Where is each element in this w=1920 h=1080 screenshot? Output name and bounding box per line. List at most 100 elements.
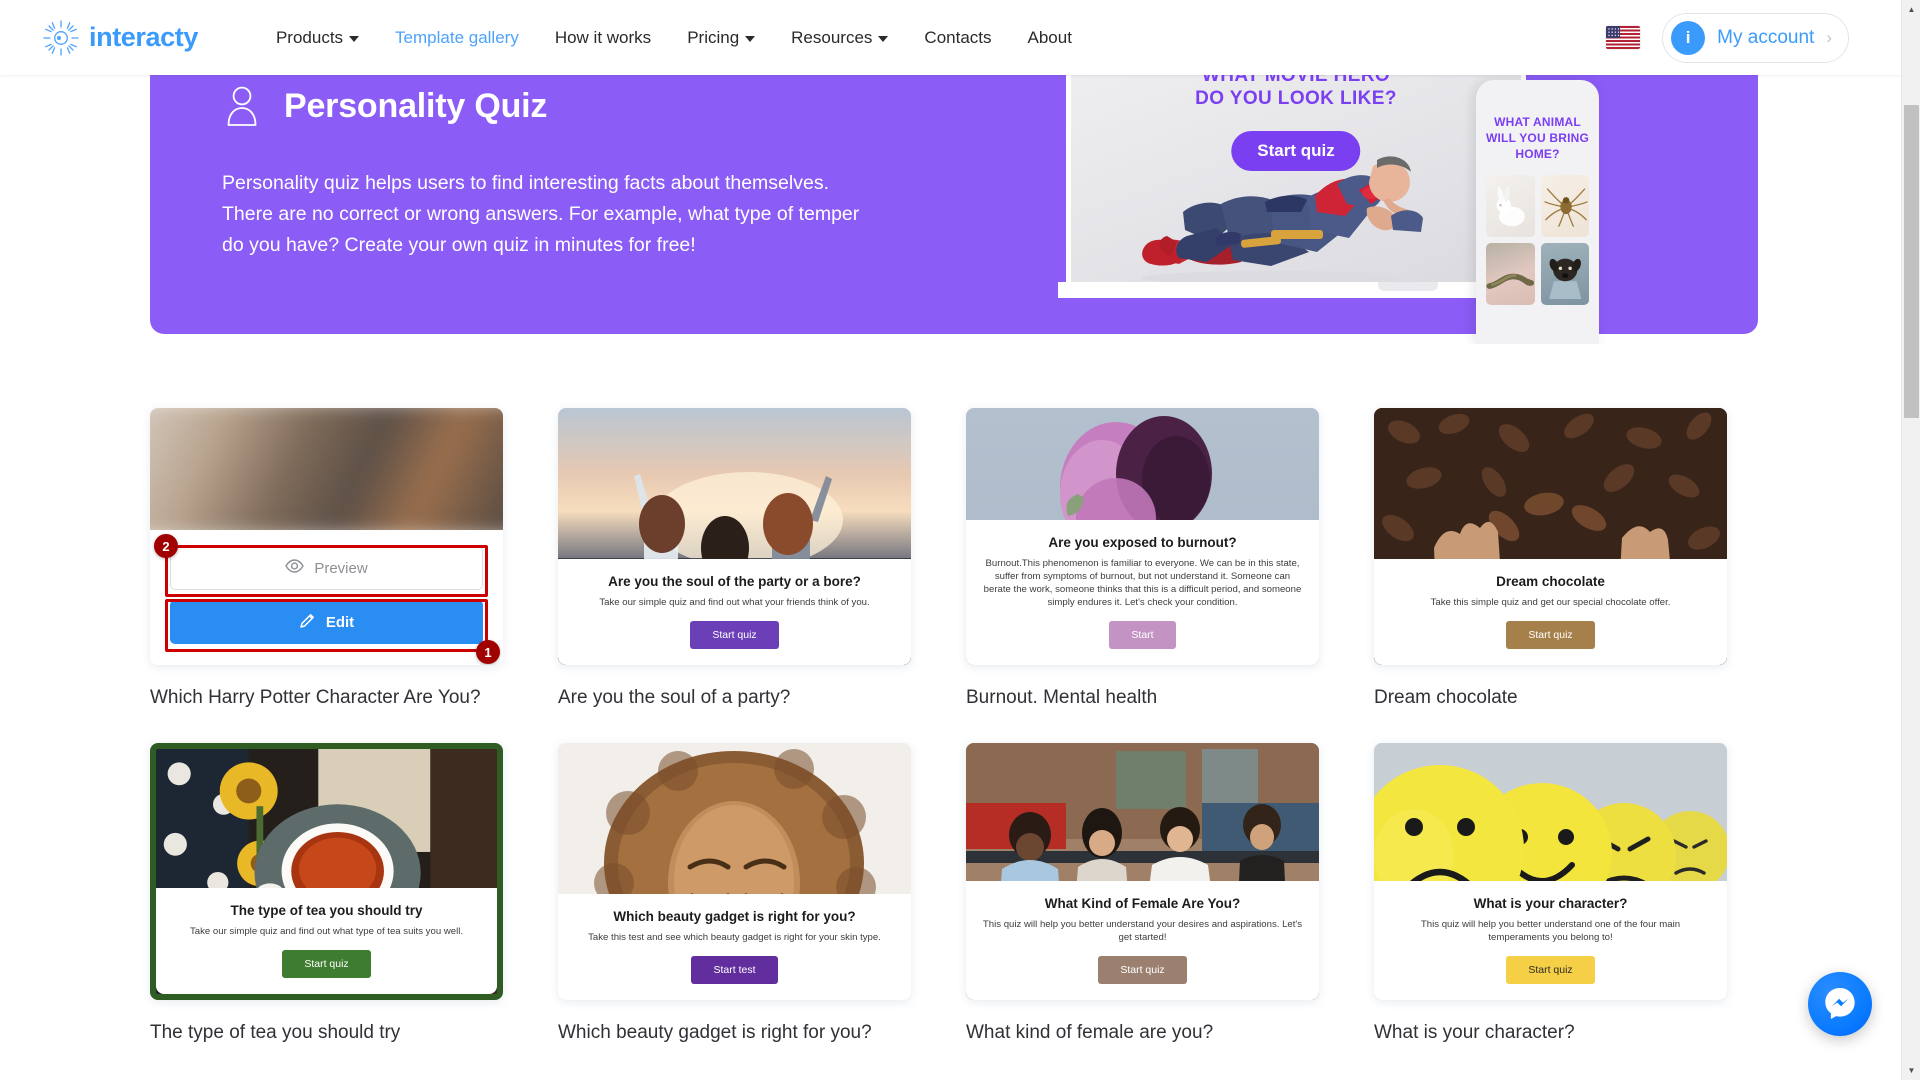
chevron-down-icon (745, 35, 756, 42)
scrollbar-thumb[interactable] (1904, 105, 1919, 418)
annotation-badge-1: 1 (476, 640, 500, 664)
spider-photo[interactable] (1540, 175, 1589, 237)
card-thumbnail[interactable]: What Kind of Female Are You? This quiz w… (966, 743, 1319, 1000)
scroll-up-arrow[interactable]: ▲ (1902, 0, 1920, 19)
header-right: i My account › (1606, 12, 1849, 63)
preview-button[interactable]: Preview (170, 546, 483, 590)
card-title: What kind of female are you? (966, 1022, 1214, 1043)
overlay-description: Take this simple quiz and get our specia… (1430, 597, 1671, 608)
overlay-description: Take this test and see which beauty gadg… (588, 932, 881, 943)
card-thumbnail[interactable]: Preview Edit 2 1 (150, 408, 503, 665)
nav-item-template-gallery[interactable]: Template gallery (395, 28, 519, 48)
nav-item-pricing[interactable]: Pricing (687, 27, 756, 48)
card-title: Which beauty gadget is right for you? (558, 1022, 872, 1043)
card-overlay: Are you exposed to burnout? Burnout.This… (966, 520, 1319, 665)
personality-quiz-banner: Personality Quiz Personality quiz helps … (150, 54, 1758, 344)
template-card[interactable]: Are you the soul of the party or a bore?… (558, 408, 911, 709)
banner-text-block: Personality Quiz Personality quiz helps … (150, 62, 1130, 261)
card-overlay: What Kind of Female Are You? This quiz w… (966, 881, 1319, 1000)
card-title: The type of tea you should try (150, 1022, 401, 1043)
overlay-heading: What is your character? (1473, 896, 1628, 911)
my-account-button[interactable]: i My account › (1662, 12, 1849, 63)
overlay-start-button[interactable]: Start quiz (282, 950, 371, 978)
template-card[interactable]: What Kind of Female Are You? This quiz w… (966, 743, 1319, 1044)
overlay-description: Take our simple quiz and find out what y… (599, 597, 870, 608)
messenger-icon (1822, 984, 1858, 1025)
eye-icon (285, 559, 305, 577)
template-card[interactable]: The type of tea you should try Take our … (150, 743, 503, 1044)
card-thumbnail[interactable]: Dream chocolate Take this simple quiz an… (1374, 408, 1727, 665)
nav-label: Template gallery (395, 27, 519, 47)
laptop-notch (1378, 282, 1438, 291)
overlay-heading: Are you exposed to burnout? (1048, 535, 1237, 550)
overlay-start-button[interactable]: Start quiz (1098, 956, 1187, 984)
chevron-right-icon: › (1826, 28, 1832, 47)
card-thumbnail[interactable]: The type of tea you should try Take our … (150, 743, 503, 1000)
overlay-heading: The type of tea you should try (230, 903, 423, 918)
preview-label: Preview (314, 559, 368, 577)
scroll-down-arrow[interactable]: ▼ (1902, 1061, 1920, 1080)
banner-description: Personality quiz helps users to find int… (222, 172, 860, 256)
dog-photo[interactable] (1540, 243, 1589, 305)
rabbit-photo[interactable] (1486, 175, 1535, 237)
avatar: i (1671, 20, 1706, 55)
chevron-down-icon (878, 35, 889, 42)
overlay-heading: What Kind of Female Are You? (1044, 896, 1241, 911)
superhero-figure (1141, 156, 1423, 285)
template-card[interactable]: Dream chocolate Take this simple quiz an… (1374, 408, 1727, 709)
person-icon (222, 84, 262, 128)
overlay-description: Take our simple quiz and find out what t… (189, 926, 464, 937)
card-thumbnail[interactable]: What is your character? This quiz will h… (1374, 743, 1727, 1000)
laptop-mockup: WHAT MOVIE HERO DO YOU LOOK LIKE? Start … (1066, 54, 1526, 290)
template-card[interactable]: What is your character? This quiz will h… (1374, 743, 1727, 1044)
edit-label: Edit (325, 613, 355, 631)
messenger-chat-button[interactable] (1808, 972, 1872, 1036)
card-title: Dream chocolate (1374, 687, 1518, 708)
banner-illustration: WHAT MOVIE HERO DO YOU LOOK LIKE? Start … (1058, 54, 1758, 344)
template-card[interactable]: Which beauty gadget is right for you? Ta… (558, 743, 911, 1044)
phone-mockup: WHAT ANIMAL WILL YOU BRING HOME? (1476, 80, 1599, 344)
page-viewport: interacty Products Template gallery How … (0, 0, 1920, 1080)
overlay-start-button[interactable]: Start quiz (1506, 956, 1595, 984)
snake-photo[interactable] (1486, 243, 1535, 305)
nav-label: Resources (791, 27, 873, 47)
card-thumbnail[interactable]: Are you exposed to burnout? Burnout.This… (966, 408, 1319, 665)
edit-button[interactable]: Edit (170, 600, 483, 644)
card-title: What is your character? (1374, 1022, 1575, 1043)
logo[interactable]: interacty (42, 19, 198, 57)
template-card[interactable]: Preview Edit 2 1 Which Harry Potter Char… (150, 408, 503, 709)
overlay-start-button[interactable]: Start quiz (1506, 621, 1595, 649)
overlay-description: This quiz will help you better understan… (1420, 919, 1681, 943)
phone-option-grid (1486, 175, 1589, 305)
card-overlay: Dream chocolate Take this simple quiz an… (1374, 559, 1727, 665)
overlay-description: This quiz will help you better understan… (982, 919, 1303, 943)
overlay-start-button[interactable]: Start test (691, 956, 778, 984)
overlay-heading: Dream chocolate (1496, 574, 1605, 589)
nav-item-resources[interactable]: Resources (791, 27, 889, 48)
vertical-scrollbar[interactable]: ▲ ▼ (1901, 0, 1920, 1080)
nav-label: How it works (554, 27, 652, 47)
sun-burst-icon (42, 19, 80, 57)
template-card[interactable]: Are you exposed to burnout? Burnout.This… (966, 408, 1319, 709)
card-title: Which Harry Potter Character Are You? (150, 687, 481, 708)
overlay-start-button[interactable]: Start (1109, 621, 1176, 649)
nav-label: Contacts (924, 27, 992, 47)
nav-item-products[interactable]: Products (276, 28, 360, 48)
my-account-label: My account (1717, 26, 1815, 48)
overlay-description: Burnout.This phenomenon is familiar to e… (983, 558, 1302, 608)
card-thumbnail[interactable]: Which beauty gadget is right for you? Ta… (558, 743, 911, 1000)
banner-title: Personality Quiz (284, 86, 548, 125)
chevron-down-icon (349, 35, 360, 42)
nav-item-contacts[interactable]: Contacts (924, 28, 991, 48)
overlay-start-button[interactable]: Start quiz (690, 621, 779, 649)
nav-item-how-it-works[interactable]: How it works (555, 28, 651, 48)
phone-headline: WHAT ANIMAL WILL YOU BRING HOME? (1485, 115, 1590, 161)
nav-item-about[interactable]: About (1028, 28, 1072, 48)
overlay-heading: Which beauty gadget is right for you? (613, 909, 856, 924)
laptop-base (1058, 282, 1530, 298)
card-thumbnail[interactable]: Are you the soul of the party or a bore?… (558, 408, 911, 665)
annotation-badge-2: 2 (154, 534, 178, 558)
nav-label: Pricing (687, 27, 740, 47)
overlay-heading: Are you the soul of the party or a bore? (608, 574, 861, 589)
us-flag-icon[interactable] (1606, 26, 1641, 49)
